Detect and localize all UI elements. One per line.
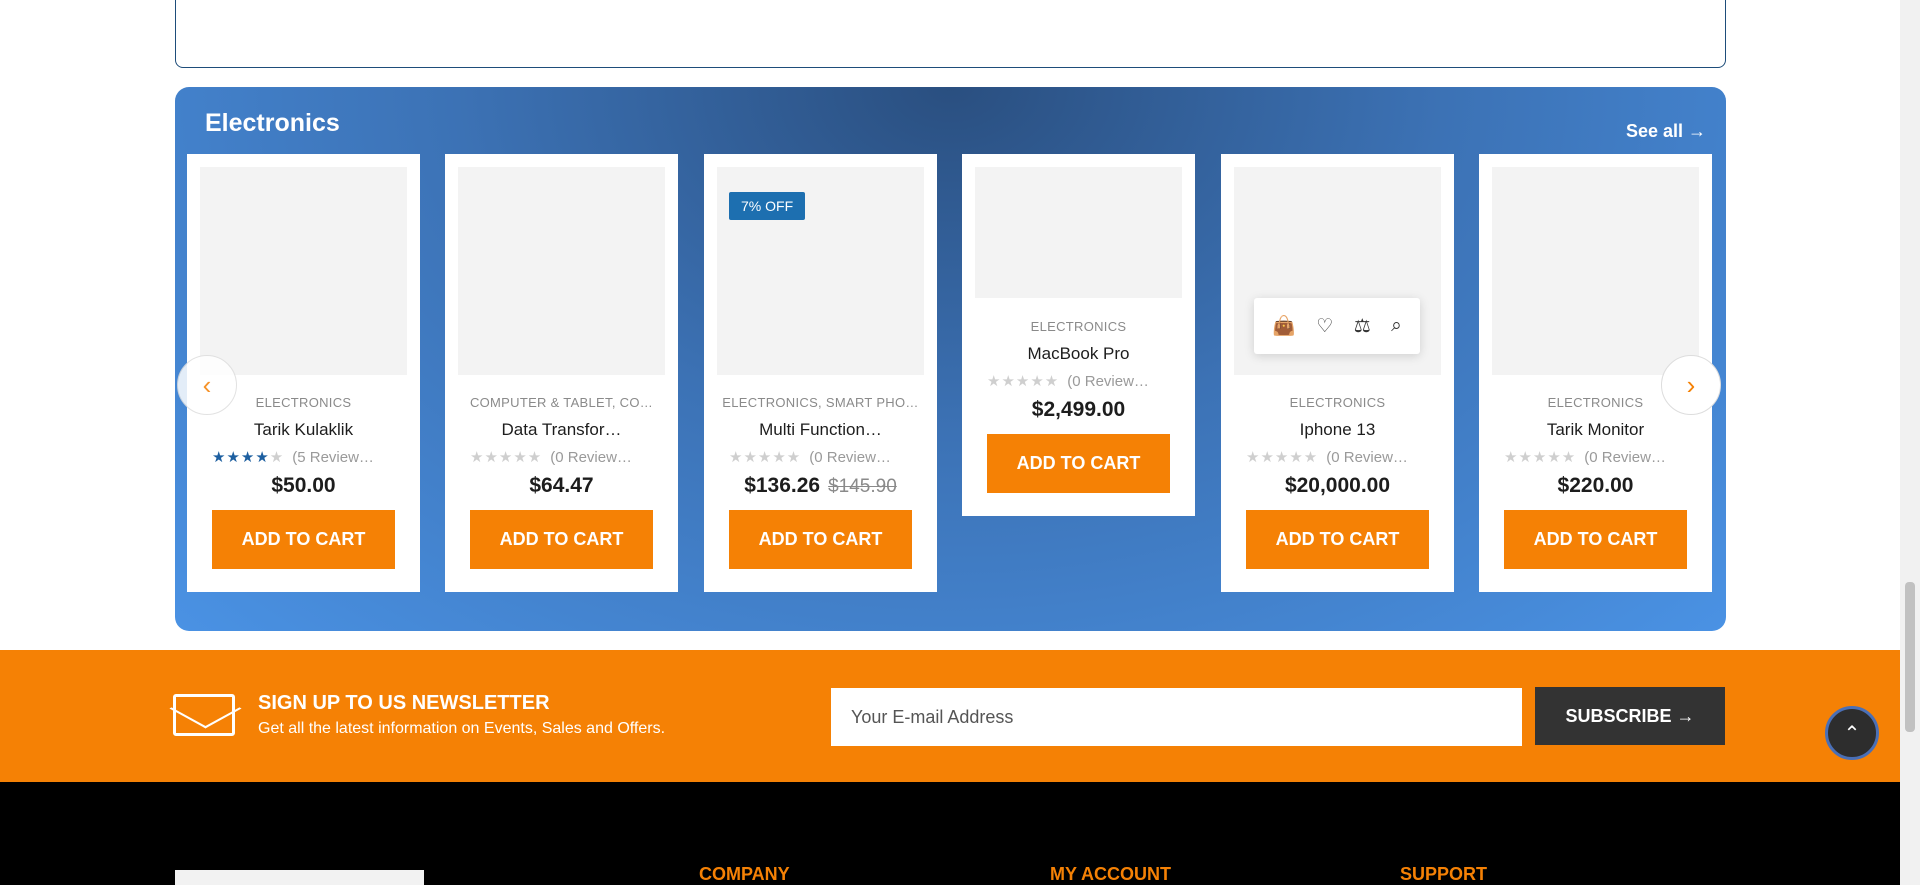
- star-rating-icon: ★★★★★: [987, 373, 1060, 390]
- scrollbar[interactable]: [1900, 0, 1920, 885]
- price-value: $20,000.00: [1284, 474, 1391, 497]
- review-count: (0 Review…: [1584, 448, 1666, 466]
- footer-logo[interactable]: [175, 870, 424, 885]
- product-rating: ★★★★★ (0 Review…: [470, 448, 663, 467]
- product-card[interactable]: ELECTRONICS MacBook Pro ★★★★★ (0 Review……: [962, 154, 1195, 516]
- discount-badge: 7% OFF: [729, 192, 806, 220]
- product-rating: ★★★★★ (0 Review…: [729, 448, 922, 467]
- add-to-cart-button[interactable]: ADD TO CART: [470, 510, 653, 569]
- product-card[interactable]: 7% OFF ELECTRONICS, SMART PHO… Multi Fun…: [704, 154, 937, 592]
- review-count: (0 Review…: [1067, 372, 1149, 390]
- product-rating: ★★★★★ (0 Review…: [1246, 448, 1439, 467]
- quick-actions: 👜 ♡ ⚖ ⌕: [1254, 298, 1420, 354]
- envelope-icon: [173, 694, 235, 736]
- product-image[interactable]: [458, 167, 665, 375]
- subscribe-label: SUBSCRIBE: [1565, 705, 1672, 726]
- star-rating-icon: ★★★★★: [470, 449, 543, 466]
- email-field[interactable]: [831, 688, 1522, 746]
- review-count: (0 Review…: [550, 448, 632, 466]
- chevron-right-icon[interactable]: ›: [1661, 355, 1721, 415]
- price-value: $64.47: [529, 474, 594, 497]
- product-price: $64.47: [445, 474, 678, 498]
- product-card[interactable]: 👜 ♡ ⚖ ⌕ ELECTRONICS Iphone 13 ★★★★★ (0 R…: [1221, 154, 1454, 592]
- back-to-top-button[interactable]: ⌃: [1825, 706, 1879, 760]
- review-count: (0 Review…: [1326, 448, 1408, 466]
- add-to-cart-button[interactable]: ADD TO CART: [1504, 510, 1687, 569]
- product-image[interactable]: [1492, 167, 1699, 375]
- review-count: (0 Review…: [809, 448, 891, 466]
- review-count: (5 Review…: [292, 448, 374, 466]
- product-price: $20,000.00: [1221, 474, 1454, 498]
- electronics-section: Electronics See all → ELECTRONICS Tarik …: [175, 87, 1726, 631]
- product-price: $136.26 $145.90: [704, 474, 937, 498]
- footer-heading-company: COMPANY: [699, 864, 790, 884]
- add-to-cart-button[interactable]: ADD TO CART: [212, 510, 395, 569]
- subscribe-button[interactable]: SUBSCRIBE →: [1535, 687, 1725, 745]
- add-to-cart-button[interactable]: ADD TO CART: [729, 510, 912, 569]
- star-rating-icon: ★★★★★: [1504, 449, 1577, 466]
- product-name[interactable]: Iphone 13: [1231, 420, 1444, 440]
- product-name[interactable]: Data Transfor…: [455, 420, 668, 440]
- product-price: $2,499.00: [962, 398, 1195, 422]
- price-value: $136.26: [744, 474, 821, 497]
- chevron-left-icon[interactable]: ‹: [177, 355, 237, 415]
- add-to-cart-button[interactable]: ADD TO CART: [1246, 510, 1429, 569]
- product-image[interactable]: [200, 167, 407, 375]
- cart-icon[interactable]: 👜: [1272, 314, 1296, 338]
- product-name[interactable]: MacBook Pro: [972, 344, 1185, 364]
- product-category[interactable]: ELECTRONICS: [1231, 395, 1444, 410]
- footer-heading-support: SUPPORT: [1400, 864, 1488, 884]
- old-price: $145.90: [828, 476, 897, 497]
- arrow-right-icon: →: [1676, 705, 1695, 726]
- product-category[interactable]: ELECTRONICS: [972, 319, 1185, 334]
- scrollbar-thumb[interactable]: [1905, 582, 1915, 732]
- star-rating-icon: ★★★★★: [212, 449, 285, 466]
- product-price: $220.00: [1479, 474, 1712, 498]
- product-card[interactable]: COMPUTER & TABLET, CO… Data Transfor… ★★…: [445, 154, 678, 592]
- product-name[interactable]: Tarik Monitor: [1489, 420, 1702, 440]
- section-title: Electronics: [205, 109, 340, 137]
- compare-icon[interactable]: ⚖: [1354, 315, 1371, 338]
- product-rating: ★★★★★ (0 Review…: [1504, 448, 1697, 467]
- product-price: $50.00: [187, 474, 420, 498]
- star-rating-icon: ★★★★★: [729, 449, 802, 466]
- product-category[interactable]: ELECTRONICS, SMART PHO…: [714, 395, 927, 410]
- newsletter-section: SIGN UP TO US NEWSLETTER Get all the lat…: [0, 650, 1900, 782]
- page: Electronics See all → ELECTRONICS Tarik …: [0, 0, 1920, 885]
- search-icon[interactable]: ⌕: [1391, 315, 1402, 337]
- add-to-cart-button[interactable]: ADD TO CART: [987, 434, 1170, 493]
- chevron-up-icon: ⌃: [1843, 722, 1861, 745]
- product-image[interactable]: [975, 167, 1182, 298]
- previous-section-box: [175, 0, 1726, 68]
- footer-heading-my-account: MY ACCOUNT: [1050, 864, 1171, 884]
- see-all-link[interactable]: See all →: [1626, 121, 1706, 142]
- product-name[interactable]: Tarik Kulaklik: [197, 420, 410, 440]
- newsletter-title: SIGN UP TO US NEWSLETTER: [258, 692, 550, 714]
- newsletter-subtitle: Get all the latest information on Events…: [258, 720, 666, 737]
- product-rating: ★★★★★ (0 Review…: [987, 372, 1180, 391]
- footer: COMPANY MY ACCOUNT SUPPORT: [0, 782, 1900, 885]
- product-category[interactable]: COMPUTER & TABLET, CO…: [455, 395, 668, 410]
- product-rating: ★★★★★ (5 Review…: [212, 448, 405, 467]
- product-name[interactable]: Multi Function…: [714, 420, 927, 440]
- price-value: $220.00: [1557, 474, 1634, 497]
- star-rating-icon: ★★★★★: [1246, 449, 1319, 466]
- price-value: $50.00: [271, 474, 336, 497]
- heart-icon[interactable]: ♡: [1316, 315, 1333, 338]
- price-value: $2,499.00: [1031, 398, 1126, 421]
